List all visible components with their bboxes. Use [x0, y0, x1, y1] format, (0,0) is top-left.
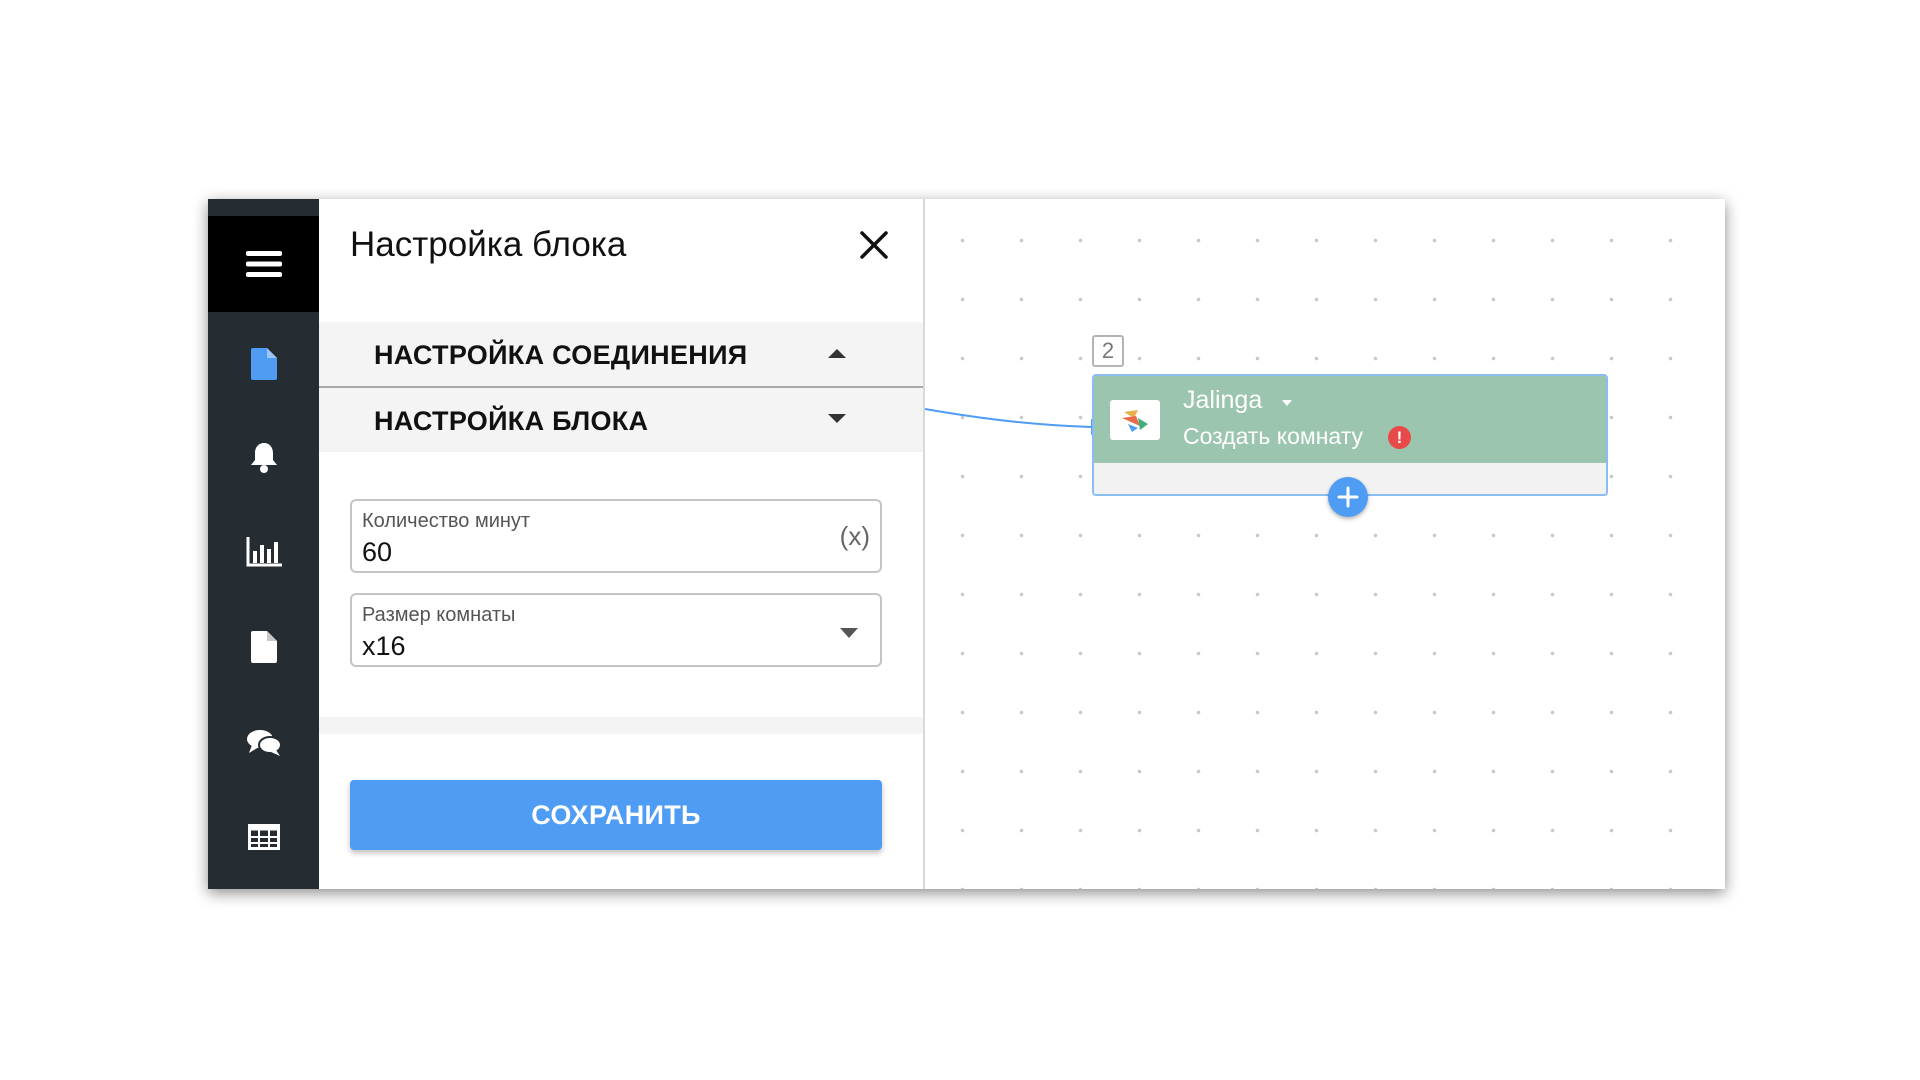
- menu-button[interactable]: [208, 216, 319, 312]
- section-block-settings[interactable]: НАСТРОЙКА БЛОКА: [319, 388, 923, 452]
- document-icon: [250, 348, 277, 380]
- nav-item-statistics[interactable]: [208, 522, 319, 582]
- add-block-button[interactable]: [1328, 477, 1368, 517]
- flow-canvas[interactable]: [925, 199, 1725, 889]
- variable-toggle[interactable]: (x): [840, 521, 870, 552]
- menu-icon: [245, 251, 282, 277]
- panel-title: Настройка блока: [350, 225, 627, 264]
- field-label: Количество минут: [362, 510, 531, 532]
- nav-item-tables[interactable]: [208, 807, 319, 867]
- field-value[interactable]: 60: [362, 537, 392, 568]
- room-size-select[interactable]: Размер комнаты x16: [350, 593, 882, 667]
- caret-down-icon: [828, 414, 846, 423]
- table-icon: [247, 824, 280, 850]
- chat-icon: [246, 730, 282, 756]
- block-settings-panel: Настройка блока НАСТРОЙКА СОЕДИНЕНИЯ НАС…: [319, 199, 925, 889]
- save-button[interactable]: СОХРАНИТЬ: [350, 780, 882, 850]
- jalinga-logo: [1110, 400, 1160, 440]
- bar-chart-icon: [246, 537, 282, 567]
- app-logo-icon: [1122, 410, 1148, 432]
- field-label: Размер комнаты: [362, 604, 516, 626]
- field-value[interactable]: x16: [362, 631, 406, 662]
- nav-item-chats[interactable]: [208, 713, 319, 773]
- block-header[interactable]: Jalinga Создать комнату !: [1094, 376, 1606, 463]
- file-icon: [250, 631, 277, 663]
- nav-item-documents[interactable]: [208, 334, 319, 394]
- nav-item-notifications[interactable]: [208, 427, 319, 487]
- section-connection-settings[interactable]: НАСТРОЙКА СОЕДИНЕНИЯ: [319, 322, 923, 388]
- section-label: НАСТРОЙКА БЛОКА: [374, 406, 649, 436]
- connection-arrow[interactable]: [923, 389, 1113, 449]
- bell-icon: [250, 443, 277, 473]
- block-app-name[interactable]: Jalinga: [1183, 386, 1262, 415]
- divider: [319, 717, 923, 734]
- chevron-down-icon[interactable]: [840, 628, 858, 638]
- warning-icon: !: [1388, 426, 1411, 449]
- caret-up-icon: [828, 349, 846, 358]
- app-window: Настройка блока НАСТРОЙКА СОЕДИНЕНИЯ НАС…: [208, 199, 1725, 889]
- caret-down-icon[interactable]: [1282, 400, 1292, 406]
- minutes-field[interactable]: Количество минут 60 (x): [350, 499, 882, 573]
- close-button[interactable]: [856, 227, 892, 263]
- plus-icon: [1337, 486, 1359, 508]
- sidebar-nav: [208, 199, 319, 889]
- nav-item-files[interactable]: [208, 617, 319, 677]
- close-icon: [860, 231, 888, 259]
- block-number-badge: 2: [1092, 335, 1124, 367]
- block-action: Создать комнату: [1183, 423, 1364, 449]
- section-label: НАСТРОЙКА СОЕДИНЕНИЯ: [374, 340, 748, 370]
